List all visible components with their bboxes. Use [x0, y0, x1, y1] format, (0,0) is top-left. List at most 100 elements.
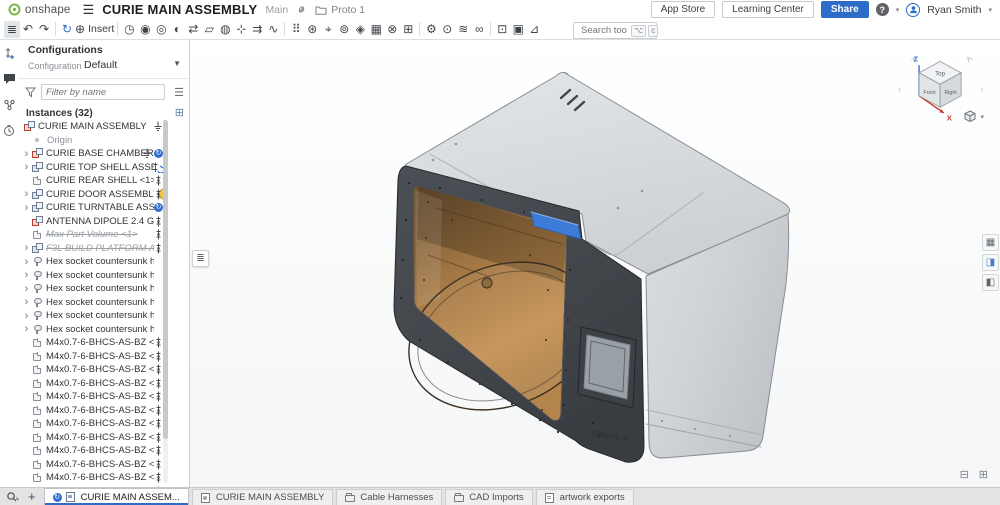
instance-type-icon [32, 310, 43, 321]
tab-curie-main-assembly-partstudio[interactable]: ↻ CURIE MAIN ASSEMBLY [192, 489, 334, 505]
history-clock-icon[interactable] [2, 124, 16, 138]
expand-chevron-icon[interactable]: › [21, 202, 32, 214]
gear-relation-button[interactable]: ⊙ [439, 21, 455, 38]
search-tools[interactable]: ⌥ c [573, 22, 657, 39]
search-tools-input[interactable] [579, 24, 629, 37]
pin-slot-mate-button[interactable]: ⊹ [233, 21, 249, 38]
toolbar-button[interactable] [117, 22, 118, 36]
instance-label: Hex socket countersunk head screw M4x... [46, 270, 154, 281]
ball-mate-button[interactable]: ◍ [217, 21, 233, 38]
planar-mate-button[interactable]: ▱ [201, 21, 217, 38]
revolute-mate-button[interactable]: ◎ [153, 21, 169, 38]
fastened-mate-button[interactable]: ◉ [137, 21, 153, 38]
insert-button[interactable]: ⊕ Insert [75, 21, 114, 38]
toolbar-button[interactable] [284, 22, 285, 36]
named-views-button[interactable]: ⊡ [494, 21, 510, 38]
bom-table-button[interactable]: ▦ [368, 21, 384, 38]
pattern-button[interactable]: ⠿ [288, 21, 304, 38]
pin-icon [154, 459, 163, 470]
tab-cad-imports[interactable]: ↻ CAD Imports [445, 489, 532, 505]
snapshot-button[interactable]: ◷ [121, 21, 137, 38]
expand-chevron-icon[interactable]: › [21, 296, 32, 308]
mate-relations-button[interactable]: ⚙ [423, 21, 439, 38]
cylindrical-mate-button[interactable]: ◐ [169, 21, 185, 38]
insert-instance-icon[interactable]: ⊞ [175, 106, 184, 119]
bom-panel-button[interactable]: ▦ [982, 234, 999, 251]
onshape-logo[interactable]: onshape [8, 3, 71, 16]
comment-icon[interactable] [2, 72, 16, 86]
workspace-name[interactable]: Main [265, 4, 288, 16]
expand-chevron-icon[interactable]: › [21, 148, 32, 160]
measure-button[interactable]: ⊿ [526, 21, 542, 38]
pin-linked-icon [152, 162, 163, 173]
learning-center-button[interactable]: Learning Center [722, 1, 814, 18]
main-menu-icon[interactable]: ☰ [83, 2, 95, 18]
display-panel-button[interactable]: ◨ [982, 254, 999, 271]
tab-curie-main-assembly[interactable]: ↻ CURIE MAIN ASSEM... [44, 488, 189, 505]
tab-cable-harnesses[interactable]: ↻ Cable Harnesses [336, 489, 442, 505]
expand-chevron-icon[interactable]: › [21, 242, 32, 254]
avatar[interactable] [906, 3, 920, 17]
expand-chevron-icon[interactable]: › [21, 283, 32, 295]
mate-connector-button[interactable]: ◈ [352, 21, 368, 38]
tree-scrollbar-thumb[interactable] [163, 120, 168, 439]
replicate-button[interactable]: ⊛ [304, 21, 320, 38]
rotate-right-icon[interactable]: › [980, 84, 983, 95]
tab-artwork-exports[interactable]: ↻ artwork exports [536, 489, 634, 505]
expand-chevron-icon[interactable]: › [21, 188, 32, 200]
app-store-button[interactable]: App Store [651, 1, 715, 18]
instance-label: Hex socket countersunk head screw M4x... [46, 283, 154, 294]
parallel-mate-button[interactable]: ⇉ [249, 21, 265, 38]
redo-button[interactable]: ↷ [36, 21, 52, 38]
rack-pinion-button[interactable]: ≋ [455, 21, 471, 38]
instance-type-icon [32, 459, 43, 470]
view-options-button[interactable]: ▾ [963, 110, 984, 123]
instance-label: Hex socket countersunk head screw M4x... [46, 256, 154, 267]
exploded-view-button[interactable]: ⊗ [384, 21, 400, 38]
filter-options-icon[interactable]: ☰ [174, 86, 184, 99]
assembly-structure-button[interactable]: ≣ [4, 21, 20, 38]
toolbar-button[interactable] [419, 22, 420, 36]
pin-icon [154, 418, 163, 429]
share-button[interactable]: Share [821, 1, 869, 18]
filter-input[interactable] [41, 84, 165, 100]
tangent-mate-button[interactable]: ∿ [265, 21, 281, 38]
expand-chevron-icon[interactable]: › [21, 256, 32, 268]
panel-display-options-button[interactable]: ≣ [192, 250, 209, 267]
user-caret-icon[interactable]: ▾ [988, 6, 992, 14]
expand-chevron-icon[interactable]: › [21, 269, 32, 281]
display-states-button[interactable]: ▣ [510, 21, 526, 38]
viewcube-top-label: Top [935, 71, 946, 78]
group-button[interactable]: ⊚ [336, 21, 352, 38]
expand-chevron-icon[interactable]: › [21, 310, 32, 322]
versions-icon[interactable] [2, 98, 16, 112]
add-tab-button[interactable]: + [28, 490, 36, 504]
assembly-toolbar: ≣ ↶ ↷ ↻ ⊕ Insert ◷ ◉ ◎ [0, 19, 1000, 40]
belt-relation-button[interactable]: ∞ [471, 21, 487, 38]
expand-chevron-icon[interactable]: › [21, 161, 32, 173]
printer-status-icon[interactable]: ⊟ [960, 468, 969, 481]
project-name[interactable]: Proto 1 [331, 4, 365, 16]
manage-tabs-icon[interactable] [6, 491, 20, 503]
link-icon[interactable] [296, 4, 307, 15]
toolbar-button[interactable] [490, 22, 491, 36]
user-name[interactable]: Ryan Smith [927, 4, 981, 16]
z-axis-label: Z [913, 54, 918, 63]
help-caret-icon[interactable]: ▾ [896, 6, 900, 14]
selection-button[interactable]: ⌖ [320, 21, 336, 38]
configuration-caret-icon[interactable]: ▼ [173, 59, 181, 68]
named-positions-button[interactable]: ⊞ [400, 21, 416, 38]
model-3d-printer[interactable]: makerbot [190, 40, 1000, 487]
rotate-left-icon[interactable]: ‹ [898, 84, 901, 95]
pixel-grid-icon[interactable]: ⊞ [979, 468, 988, 481]
pin-plus-icon[interactable] [2, 46, 16, 60]
update-linked-button[interactable]: ↻ [59, 21, 75, 38]
expand-chevron-icon[interactable]: › [21, 323, 32, 335]
help-button[interactable]: ? [876, 3, 889, 16]
graphics-viewport[interactable]: makerbot ‹ › Z X Top Front Right ▾ ▦ ◨ ◧… [190, 40, 1000, 487]
undo-button[interactable]: ↶ [20, 21, 36, 38]
slider-mate-button[interactable]: ⇄ [185, 21, 201, 38]
appearance-panel-button[interactable]: ◧ [982, 274, 999, 291]
toolbar-button[interactable] [55, 22, 56, 36]
configuration-select[interactable]: Default [84, 59, 117, 71]
